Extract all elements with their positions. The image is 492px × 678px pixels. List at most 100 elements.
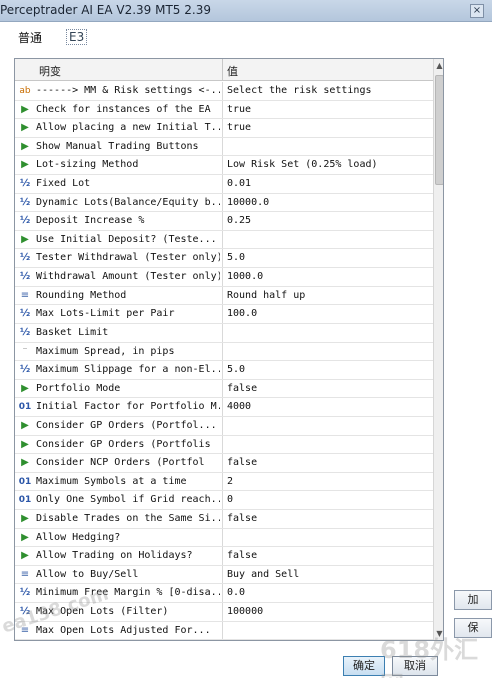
- table-row[interactable]: 01 Initial Factor for Portfolio M... 4000: [15, 398, 433, 417]
- row-value[interactable]: 5.0: [227, 364, 431, 375]
- dash-icon: ⁻: [22, 345, 28, 357]
- row-value[interactable]: true: [227, 122, 431, 133]
- row-value[interactable]: 10000.0: [227, 197, 431, 208]
- row-value[interactable]: 0.01: [227, 178, 431, 189]
- half-icon: ½: [19, 587, 31, 599]
- table-row[interactable]: ▶ Check for instances of the EA true: [15, 100, 433, 120]
- table-row[interactable]: ab ------> MM & Risk settings <-... Select…: [15, 82, 433, 101]
- tab-general[interactable]: 普通: [18, 29, 42, 46]
- row-value[interactable]: Low Risk Set (0.25% load): [227, 159, 431, 170]
- cell-divider: [222, 323, 223, 342]
- row-name: Disable Trades on the Same Si...: [36, 513, 220, 525]
- cell-divider: [222, 305, 223, 323]
- 01-icon: 01: [18, 495, 32, 506]
- cell-divider: [222, 361, 223, 379]
- row-value[interactable]: 4000: [227, 401, 431, 412]
- table-row[interactable]: ½ Max Lots-Limit per Pair 100.0: [15, 305, 433, 324]
- table-row[interactable]: ½ Tester Withdrawal (Tester only) 5.0: [15, 249, 433, 269]
- table-row[interactable]: ▶ Disable Trades on the Same Si... false: [15, 510, 433, 529]
- table-row[interactable]: ½ Deposit Increase % 0.25: [15, 212, 433, 231]
- flag-icon: ▶: [21, 122, 29, 134]
- flag-icon: ▶: [21, 550, 29, 562]
- row-name: Withdrawal Amount (Tester only): [36, 271, 220, 283]
- half-icon: ½: [19, 326, 31, 338]
- column-header-value[interactable]: 值: [227, 63, 238, 79]
- table-row[interactable]: ≡ Rounding Method Round half up: [15, 286, 433, 306]
- list-icon: ≡: [20, 624, 30, 636]
- half-icon: ½: [19, 215, 31, 227]
- row-value[interactable]: 0: [227, 494, 431, 505]
- cell-divider: [222, 603, 223, 621]
- row-value[interactable]: 100.0: [227, 308, 431, 319]
- close-icon[interactable]: ×: [470, 4, 484, 18]
- row-value[interactable]: 5.0: [227, 252, 431, 263]
- table-row[interactable]: ▶ Allow Trading on Holidays? false: [15, 547, 433, 566]
- table-row[interactable]: ½ Withdrawal Amount (Tester only) 1000.0: [15, 268, 433, 287]
- table-row[interactable]: ½ Max Open Lots (Filter) 100000: [15, 603, 433, 622]
- load-button[interactable]: 加: [454, 590, 492, 610]
- row-name: Basket Limit: [36, 326, 109, 338]
- row-value[interactable]: 0.0: [227, 587, 431, 598]
- scroll-down-icon[interactable]: ▼: [434, 627, 443, 640]
- table-row[interactable]: ▶ Consider NCP Orders (Portfol false: [15, 454, 433, 473]
- tab-inputs[interactable]: E3: [66, 29, 88, 45]
- cell-divider: [222, 416, 223, 435]
- table-row[interactable]: ≡ Allow to Buy/Sell Buy and Sell: [15, 565, 433, 585]
- row-name: Maximum Symbols at a time: [36, 475, 187, 487]
- table-row[interactable]: 01 Only One Symbol if Grid reach... 0: [15, 491, 433, 511]
- row-value[interactable]: Round half up: [227, 290, 431, 301]
- scroll-up-icon[interactable]: ▲: [434, 59, 443, 73]
- table-row[interactable]: ▶ Lot-sizing Method Low Risk Set (0.25% lo…: [15, 156, 433, 176]
- row-value[interactable]: Select the risk settings: [227, 85, 431, 96]
- table-row[interactable]: ▶ Allow Hedging?: [15, 528, 433, 548]
- table-row[interactable]: ½ Basket Limit: [15, 323, 433, 343]
- row-value[interactable]: 1000.0: [227, 271, 431, 282]
- scroll-thumb[interactable]: [435, 75, 443, 185]
- cell-divider: [222, 268, 223, 286]
- table-row[interactable]: ▶ Allow placing a new Initial T... true: [15, 119, 433, 138]
- table-row[interactable]: ▶ Show Manual Trading Buttons: [15, 137, 433, 157]
- table-row[interactable]: ▶ Use Initial Deposit? (Teste...: [15, 230, 433, 250]
- table-row[interactable]: ▶ Consider GP Orders (Portfol...: [15, 416, 433, 436]
- row-value[interactable]: false: [227, 513, 431, 524]
- row-name: Check for instances of the EA: [36, 103, 211, 115]
- flag-icon: ▶: [21, 419, 29, 431]
- table-row[interactable]: ½ Fixed Lot 0.01: [15, 175, 433, 194]
- cell-divider: [222, 156, 223, 175]
- column-header-name[interactable]: 明变: [39, 63, 61, 79]
- cancel-button[interactable]: 取消: [392, 656, 438, 676]
- table-row[interactable]: ⁻ Maximum Spread, in pips: [15, 342, 433, 362]
- row-name: Only One Symbol if Grid reach...: [36, 494, 220, 506]
- row-name: Allow Hedging?: [36, 531, 121, 543]
- cell-divider: [222, 137, 223, 156]
- ok-button[interactable]: 确定: [343, 656, 385, 676]
- save-button[interactable]: 保: [454, 618, 492, 638]
- row-value[interactable]: 2: [227, 476, 431, 487]
- cell-divider: [222, 193, 223, 212]
- cell-divider: [222, 212, 223, 230]
- half-icon: ½: [19, 252, 31, 264]
- table-row[interactable]: ▶ Consider GP Orders (Portfolis: [15, 435, 433, 455]
- row-value[interactable]: true: [227, 104, 431, 115]
- table-row[interactable]: ½ Minimum Free Margin % [0-disa... 0.0: [15, 584, 433, 604]
- row-value[interactable]: false: [227, 457, 431, 468]
- row-name: Show Manual Trading Buttons: [36, 140, 199, 152]
- inputs-table: 明变 值 ab ------> MM & Risk settings <-... S…: [14, 58, 444, 641]
- row-value[interactable]: false: [227, 383, 431, 394]
- row-value[interactable]: 0.25: [227, 215, 431, 226]
- row-value[interactable]: false: [227, 550, 431, 561]
- row-value[interactable]: Buy and Sell: [227, 569, 431, 580]
- table-row[interactable]: 01 Maximum Symbols at a time 2: [15, 472, 433, 492]
- flag-icon: ▶: [21, 457, 29, 469]
- table-row[interactable]: ≡ Max Open Lots Adjusted For...: [15, 621, 433, 640]
- column-divider[interactable]: [222, 59, 223, 81]
- table-row[interactable]: ½ Dynamic Lots(Balance/Equity b... 10000.0: [15, 193, 433, 213]
- cell-divider: [222, 249, 223, 268]
- vertical-scrollbar[interactable]: ▲ ▼: [433, 59, 443, 640]
- row-value[interactable]: 100000: [227, 606, 431, 617]
- cell-divider: [222, 528, 223, 547]
- cell-divider: [222, 547, 223, 565]
- table-row[interactable]: ▶ Portfolio Mode false: [15, 379, 433, 399]
- flag-icon: ▶: [21, 513, 29, 525]
- table-row[interactable]: ½ Maximum Slippage for a non-El... 5.0: [15, 361, 433, 380]
